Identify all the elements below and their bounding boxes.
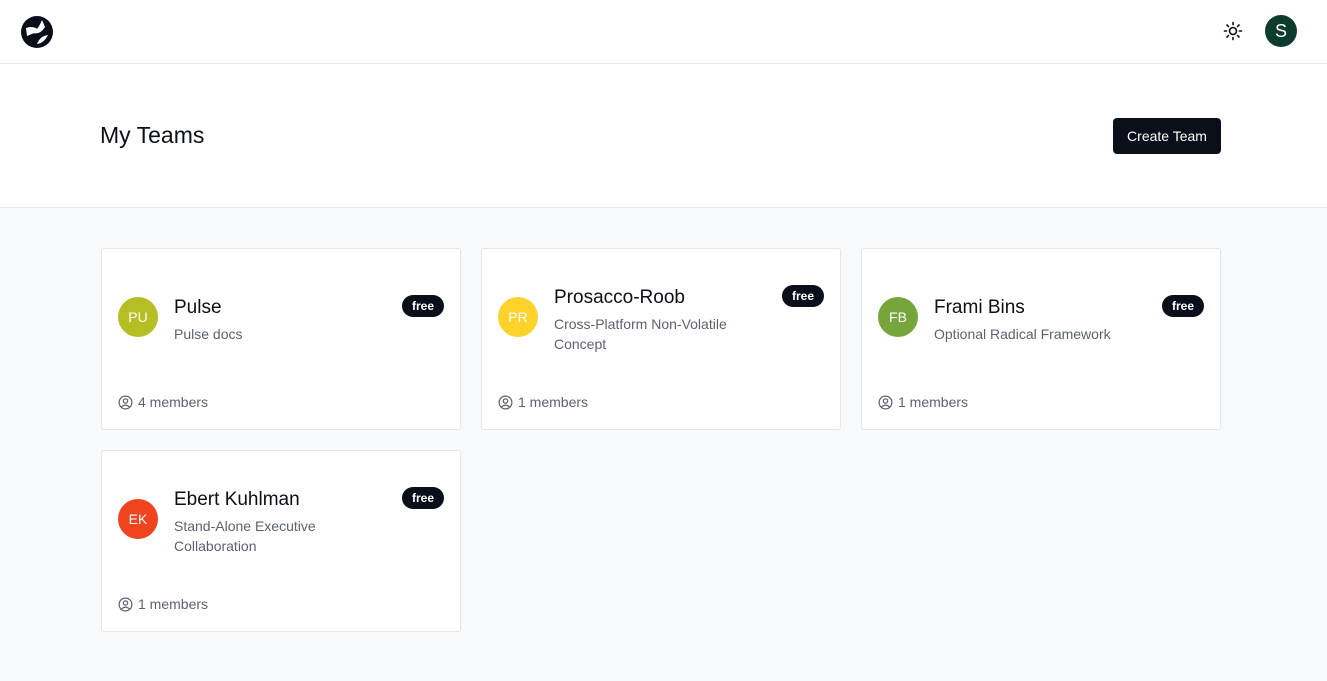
user-circle-icon (498, 395, 513, 409)
user-circle-icon (118, 597, 133, 611)
create-team-button[interactable]: Create Team (1113, 118, 1221, 154)
member-count: 1 members (498, 394, 588, 410)
user-circle-icon (118, 395, 133, 409)
plan-badge: free (401, 487, 444, 509)
team-card-pulse[interactable]: PU Pulse Pulse docs free 4 members (101, 248, 461, 430)
member-count: 1 members (878, 394, 968, 410)
team-description: Stand-Alone Executive Collaboration (174, 518, 316, 554)
top-navigation-bar: S (0, 0, 1327, 64)
member-count: 1 members (118, 596, 208, 612)
team-name: Prosacco-Roob (554, 287, 685, 308)
sun-icon[interactable] (1221, 19, 1245, 43)
plan-badge: free (781, 285, 824, 307)
team-info: Ebert Kuhlman Stand-Alone Executive Coll… (174, 488, 374, 556)
team-avatar: PR (498, 297, 538, 337)
page-header: My Teams Create Team (0, 64, 1327, 208)
member-count-label: 1 members (518, 394, 589, 410)
team-avatar: FB (878, 297, 918, 337)
team-avatar: EK (118, 499, 158, 539)
plan-badge: free (401, 295, 444, 317)
member-count-label: 1 members (138, 596, 209, 612)
user-avatar[interactable]: S (1265, 15, 1297, 47)
team-description: Cross-Platform Non-Volatile Concept (554, 316, 727, 352)
swirl-logo-icon[interactable] (20, 15, 54, 49)
team-info: Pulse Pulse docs (174, 296, 374, 344)
team-name: Frami Bins (934, 297, 1025, 318)
page-title: My Teams (100, 122, 205, 148)
team-card-prosacco-roob[interactable]: PR Prosacco-Roob Cross-Platform Non-Vola… (481, 248, 841, 430)
team-card-frami-bins[interactable]: FB Frami Bins Optional Radical Framework… (861, 248, 1221, 430)
member-count: 4 members (118, 394, 208, 410)
team-description: Optional Radical Framework (934, 326, 1111, 342)
team-info: Prosacco-Roob Cross-Platform Non-Volatil… (554, 286, 754, 354)
team-card-ebert-kuhlman[interactable]: EK Ebert Kuhlman Stand-Alone Executive C… (101, 450, 461, 632)
team-description: Pulse docs (174, 326, 243, 342)
user-circle-icon (878, 395, 893, 409)
team-avatar: PU (118, 297, 158, 337)
member-count-label: 4 members (138, 394, 209, 410)
plan-badge: free (1161, 295, 1204, 317)
team-name: Ebert Kuhlman (174, 489, 300, 510)
team-info: Frami Bins Optional Radical Framework (934, 296, 1134, 344)
team-name: Pulse (174, 297, 222, 318)
member-count-label: 1 members (898, 394, 969, 410)
